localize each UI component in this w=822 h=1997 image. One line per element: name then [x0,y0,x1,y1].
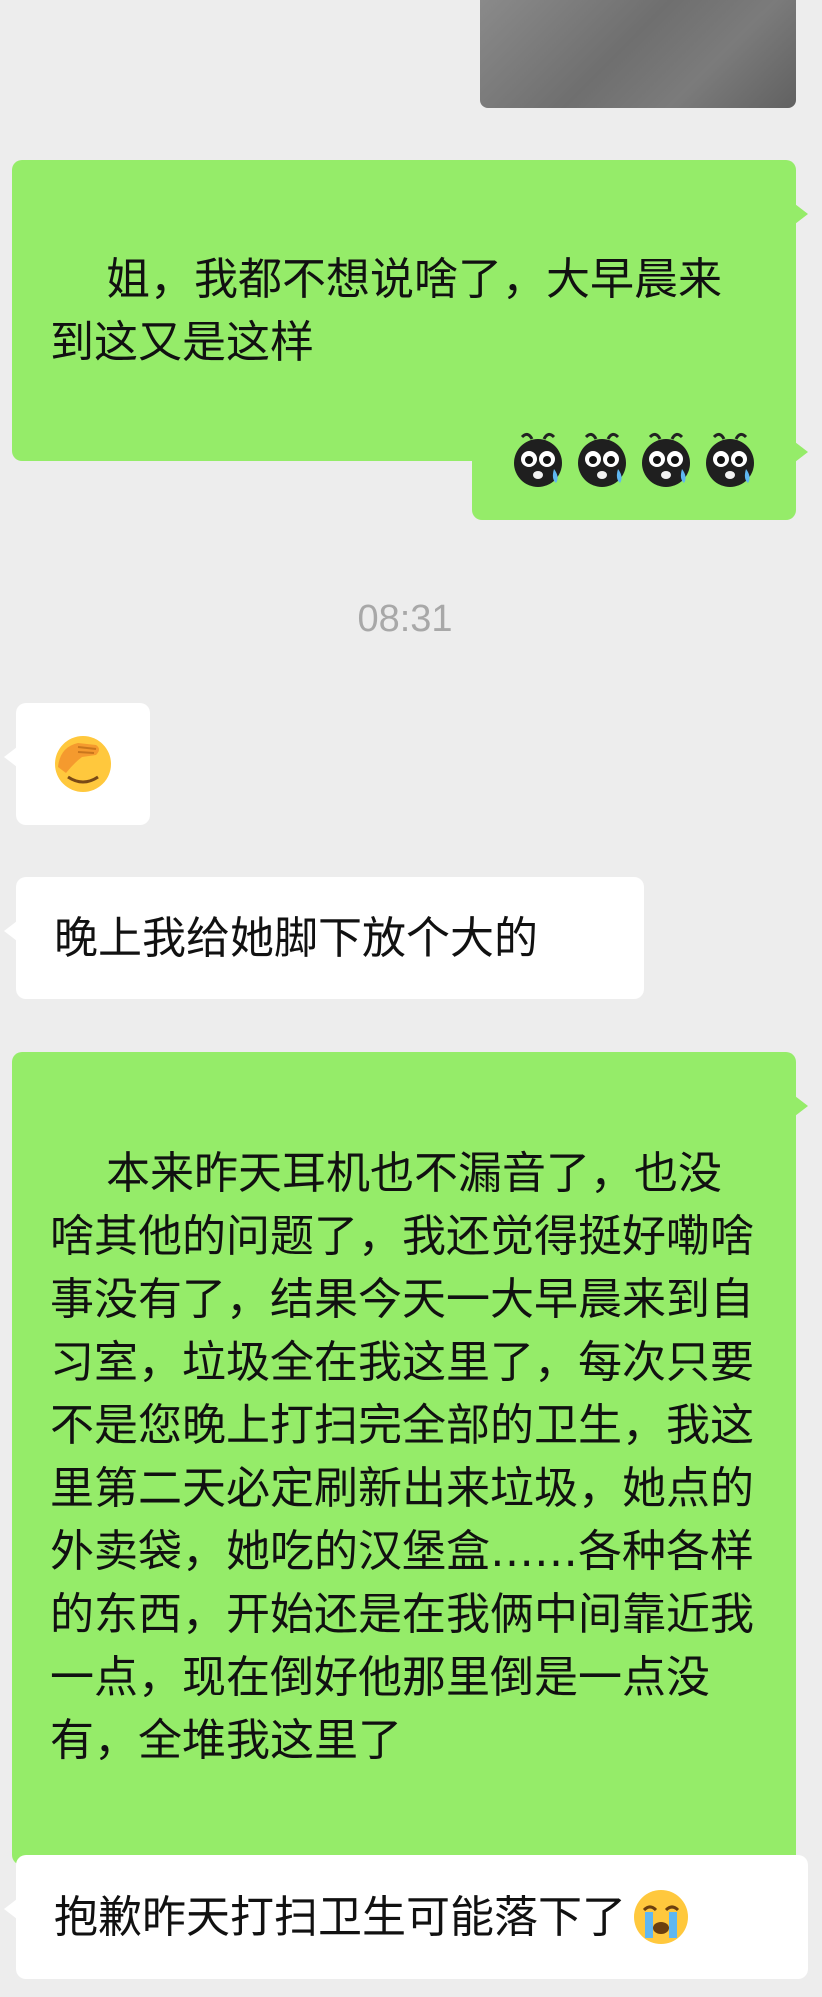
message-text: 晚上我给她脚下放个大的 [54,912,538,964]
received-emoji-bubble[interactable] [4,703,150,825]
loudly-crying-face-icon [634,1890,688,1944]
crying-sticker-icon [642,432,690,487]
message-text: 抱歉昨天打扫卫生可能落下了 [54,1891,626,1943]
message-text: 姐，我都不想说啥了，大早晨来到这又是这样 [50,254,722,368]
timestamp: 08:31 [357,598,453,640]
received-message-bubble[interactable]: 抱歉昨天打扫卫生可能落下了 [4,1855,808,1979]
received-message-bubble[interactable]: 晚上我给她脚下放个大的 [4,877,644,999]
sent-sticker-bubble[interactable] [472,398,808,520]
crying-sticker-icon [514,432,562,487]
crying-sticker-icon [578,432,626,487]
message-text: 本来昨天耳机也不漏音了，也没啥其他的问题了，我还觉得挺好嘞啥事没有了，结果今天一… [50,1148,754,1766]
face-palm-emoji-icon [55,736,111,792]
crying-sticker-icon [706,432,754,487]
sent-message-bubble[interactable]: 本来昨天耳机也不漏音了，也没啥其他的问题了，我还觉得挺好嘞啥事没有了，结果今天一… [12,1052,808,1865]
image-message-thumbnail[interactable] [480,0,796,108]
